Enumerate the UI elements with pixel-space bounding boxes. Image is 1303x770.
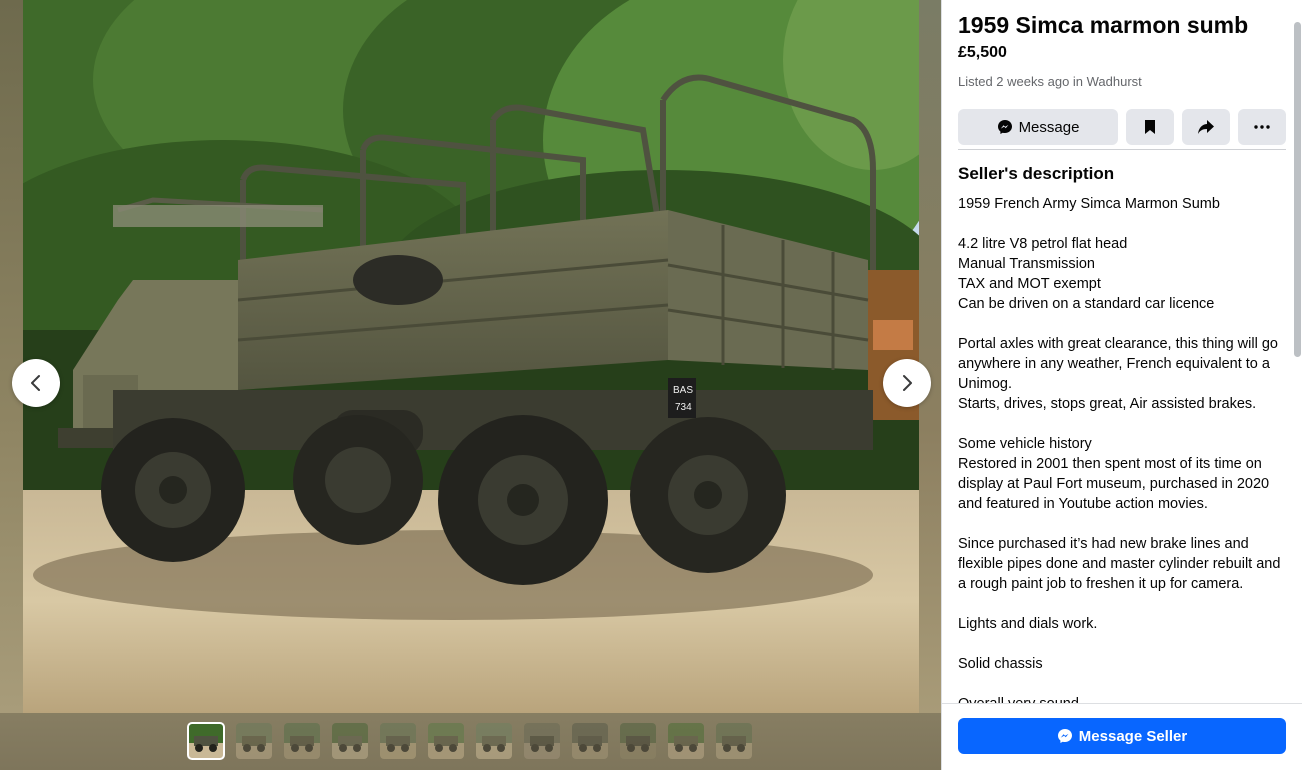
- photo-thumbnail[interactable]: [572, 723, 608, 759]
- description-heading: Seller's description: [958, 164, 1115, 183]
- description-paragraph: Solid chassis: [958, 656, 1043, 672]
- description-paragraph: 4.2 litre V8 petrol flat head Manual Tra…: [958, 236, 1215, 312]
- action-bar: Message: [958, 109, 1286, 150]
- panel-footer: Message Seller: [942, 703, 1302, 770]
- thumbnail-image: [572, 723, 608, 759]
- seller-description: 1959 French Army Simca Marmon Sumb 4.2 l…: [958, 194, 1286, 703]
- thumbnail-image: [284, 723, 320, 759]
- description-paragraph: 1959 French Army Simca Marmon Sumb: [958, 196, 1220, 212]
- description-paragraph: Portal axles with great clearance, this …: [958, 336, 1278, 412]
- photo-thumbnail[interactable]: [476, 723, 512, 759]
- photo-thumbnail[interactable]: [332, 723, 368, 759]
- thumbnail-image: [332, 723, 368, 759]
- share-button[interactable]: [1182, 109, 1230, 145]
- thumbnail-image: [476, 723, 512, 759]
- photo-backdrop-left: [0, 0, 24, 713]
- scrollbar[interactable]: [1294, 22, 1301, 357]
- photo-thumbnail[interactable]: [668, 723, 704, 759]
- thumbnail-image: [524, 723, 560, 759]
- messenger-icon: [997, 120, 1012, 134]
- message-button[interactable]: Message: [958, 109, 1118, 145]
- photo-thumbnail[interactable]: [524, 723, 560, 759]
- chevron-left-icon: [31, 375, 40, 391]
- listing-price: £5,500: [958, 44, 1007, 61]
- thumbnail-image: [428, 723, 464, 759]
- photo-thumbnail[interactable]: [620, 723, 656, 759]
- photo-thumbnail[interactable]: [284, 723, 320, 759]
- more-icon: [1254, 125, 1270, 129]
- thumbnail-image: [668, 723, 704, 759]
- marketplace-listing-view: BAS 734 1959 Simca marmon sumb £5,500 Li…: [0, 0, 1303, 770]
- listing-meta: Listed 2 weeks ago in Wadhurst: [958, 74, 1142, 89]
- svg-text:734: 734: [675, 402, 692, 413]
- thumbnail-image: [380, 723, 416, 759]
- description-paragraph: Some vehicle history Restored in 2001 th…: [958, 436, 1270, 512]
- more-options-button[interactable]: [1238, 109, 1286, 145]
- bookmark-icon: [1145, 120, 1155, 134]
- photo-thumbnail[interactable]: [187, 722, 225, 760]
- thumbnail-image: [236, 723, 272, 759]
- message-seller-button[interactable]: Message Seller: [958, 718, 1286, 754]
- photo-backdrop-right: [919, 0, 941, 713]
- description-paragraph: Overall very sound.: [958, 694, 1286, 703]
- details-scroll-area[interactable]: 1959 Simca marmon sumb £5,500 Listed 2 w…: [942, 0, 1302, 703]
- description-paragraph: Since purchased it’s had new brake lines…: [958, 536, 1281, 592]
- save-button[interactable]: [1126, 109, 1174, 145]
- messenger-icon: [1057, 729, 1072, 743]
- message-button-label: Message: [1018, 118, 1080, 136]
- vehicle-photo: BAS 734: [23, 0, 919, 713]
- share-icon: [1198, 120, 1214, 134]
- message-seller-label: Message Seller: [1078, 727, 1188, 745]
- next-photo-button[interactable]: [883, 359, 931, 407]
- thumbnail-image: [188, 723, 224, 759]
- main-photo: BAS 734: [23, 0, 919, 713]
- thumbnail-strip: [187, 722, 752, 760]
- photo-thumbnail[interactable]: [716, 723, 752, 759]
- listing-details-panel: 1959 Simca marmon sumb £5,500 Listed 2 w…: [941, 0, 1303, 770]
- listing-title: 1959 Simca marmon sumb: [958, 12, 1249, 38]
- description-paragraph: Lights and dials work.: [958, 616, 1098, 632]
- photo-thumbnail[interactable]: [380, 723, 416, 759]
- media-viewer: BAS 734: [0, 0, 941, 770]
- chevron-right-icon: [903, 375, 912, 391]
- photo-thumbnail[interactable]: [428, 723, 464, 759]
- photo-thumbnail[interactable]: [236, 723, 272, 759]
- license-plate: BAS: [673, 385, 693, 396]
- thumbnail-image: [716, 723, 752, 759]
- previous-photo-button[interactable]: [12, 359, 60, 407]
- thumbnail-image: [620, 723, 656, 759]
